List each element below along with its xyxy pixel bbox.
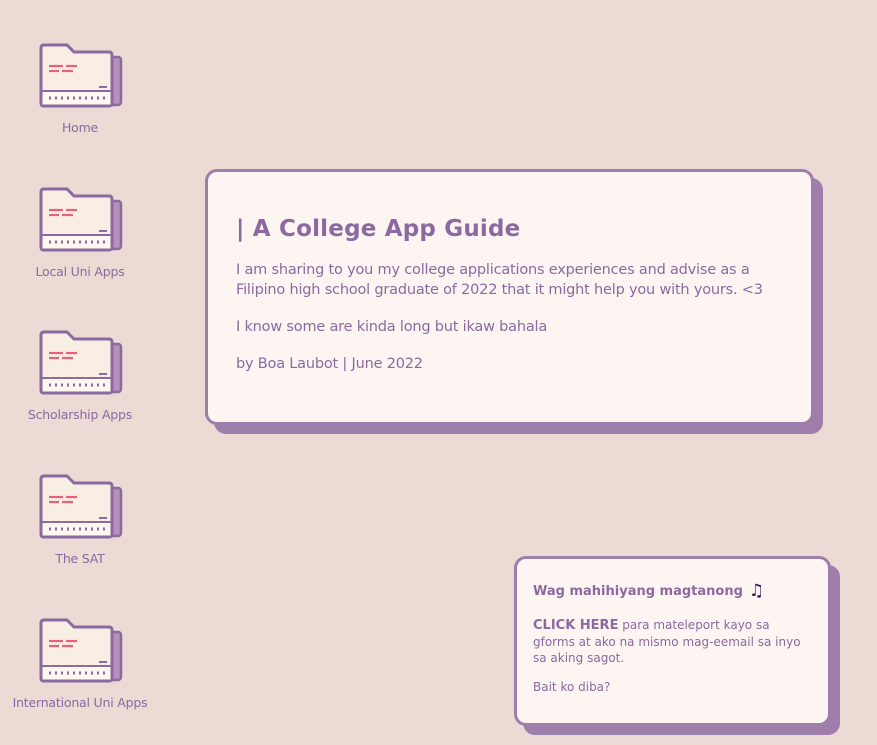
- folder-icon: [39, 43, 123, 108]
- music-note-icon: ♫: [748, 581, 765, 601]
- desktop-icon-label: The SAT: [55, 551, 105, 566]
- folder-icon: [39, 187, 123, 252]
- page-title: | A College App Guide: [236, 216, 521, 242]
- folder-icon: [39, 474, 123, 539]
- note-paragraph: I know some are kinda long but ikaw baha…: [236, 319, 548, 335]
- desktop-icon-local-uni-apps[interactable]: Local Uni Apps: [0, 186, 160, 279]
- question-title-text: Wag mahihiyang magtanong: [533, 583, 743, 599]
- byline: by Boa Laubot | June 2022: [236, 356, 423, 372]
- question-footer: Bait ko diba?: [533, 680, 611, 694]
- click-here-link[interactable]: CLICK HERE: [533, 618, 618, 633]
- desktop-icon-home[interactable]: Home: [0, 42, 160, 135]
- desktop-icon-scholarship-apps[interactable]: Scholarship Apps: [0, 329, 160, 422]
- question-window: Wag mahihiyang magtanong ♫ CLICK HERE pa…: [514, 556, 831, 726]
- folder-icon: [39, 330, 123, 395]
- desktop-icon-label: International Uni Apps: [12, 695, 148, 710]
- folder-icon: [39, 618, 123, 683]
- desktop-icon-label: Local Uni Apps: [35, 264, 125, 279]
- question-body: CLICK HERE para mateleport kayo sa gform…: [533, 617, 812, 666]
- desktop-icon-label: Scholarship Apps: [27, 407, 133, 422]
- intro-paragraph: I am sharing to you my college applicati…: [236, 262, 763, 298]
- desktop-icon-the-sat[interactable]: The SAT: [0, 473, 160, 566]
- main-window: | A College App Guide I am sharing to yo…: [205, 169, 814, 425]
- desktop-icon-international-uni-apps[interactable]: International Uni Apps: [0, 617, 160, 710]
- question-window-title: Wag mahihiyang magtanong ♫: [533, 581, 812, 601]
- desktop-icon-label: Home: [61, 120, 99, 135]
